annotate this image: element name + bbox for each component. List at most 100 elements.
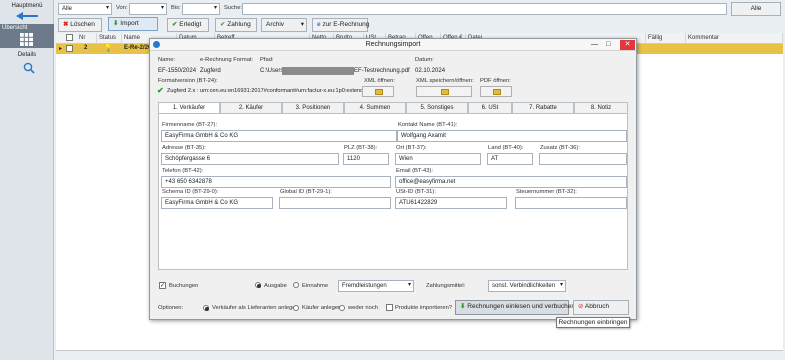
- status-filter-select[interactable]: Alle ▾: [58, 3, 112, 15]
- xml-save-button[interactable]: [416, 86, 472, 97]
- date-label: Datum:: [415, 57, 434, 63]
- archive-dropdown[interactable]: Archiv ▾: [261, 18, 307, 32]
- app-icon: [153, 41, 160, 48]
- opt-seller-radio[interactable]: [203, 305, 209, 311]
- opt-none-radio[interactable]: [339, 305, 345, 311]
- minimize-button[interactable]: —: [591, 40, 598, 50]
- dialog-title: Rechnungsimport: [365, 41, 421, 48]
- delete-label: Löschen: [70, 21, 95, 28]
- zip-label: PLZ (BT-38):: [344, 145, 378, 151]
- col-comment[interactable]: Kommentar: [686, 33, 783, 43]
- status-filter-value: Alle: [62, 6, 73, 12]
- global-id-label: Global ID (BT-29-1):: [280, 189, 332, 195]
- to-label: Bis:: [171, 5, 181, 11]
- phone-field[interactable]: +43 650 6342878: [161, 176, 391, 188]
- row-nr: 2: [84, 45, 88, 51]
- address-label: Adresse (BT-35):: [162, 145, 206, 151]
- e-invoice-label: zur E-Rechnung: [322, 21, 370, 28]
- import-button[interactable]: ⬇ Import: [108, 17, 158, 31]
- delete-button[interactable]: ✖ Löschen: [58, 18, 102, 32]
- chevron-down-icon: ▾: [105, 5, 109, 11]
- schema-field[interactable]: EasyFirma GmbH & Co KG: [161, 197, 273, 209]
- in-radio[interactable]: [293, 282, 299, 288]
- in-label: Einnahme: [302, 283, 329, 289]
- close-button[interactable]: ✕: [620, 40, 635, 50]
- bookings-checkbox[interactable]: ✓: [159, 282, 166, 289]
- chevron-down-icon: ▾: [559, 282, 563, 288]
- pdf-open-button[interactable]: [480, 86, 512, 97]
- country-field[interactable]: AT: [487, 153, 533, 165]
- name-label: Name:: [158, 57, 176, 63]
- import-label: Import: [120, 20, 139, 27]
- folder-icon: [493, 89, 501, 95]
- folder-icon: [441, 89, 449, 95]
- options-label: Optionen:: [158, 305, 184, 311]
- import-invoices-button[interactable]: ⬇ Rechnungen einlesen und verbuchen: [455, 300, 575, 315]
- city-field[interactable]: Wien: [395, 153, 481, 165]
- address-field[interactable]: Schöpfergasse 6: [161, 153, 339, 165]
- table-grid-icon: [20, 33, 33, 46]
- schema-label: Schema ID (BT-29-0):: [162, 189, 219, 195]
- search-input[interactable]: [242, 3, 727, 15]
- xml-save-label: XML speichern/öffnen:: [416, 78, 474, 84]
- phone-label: Telefon (BT-42):: [162, 168, 204, 174]
- payment-method-select[interactable]: sonst. Verbindlichkeiten ▾: [488, 280, 566, 292]
- sidebar-item-details[interactable]: Details: [0, 52, 54, 58]
- payment-button[interactable]: ✔ Zahlung: [215, 18, 257, 32]
- abort-button[interactable]: ⊘ Abbruch: [573, 300, 629, 315]
- path-label: Pfad:: [260, 57, 274, 63]
- download-arrow-icon: ⬇: [460, 303, 466, 310]
- format-label: e-Rechnung Format:: [200, 57, 254, 63]
- tax-number-label: Steuernummer (BT-32):: [516, 189, 577, 195]
- products-checkbox[interactable]: [386, 304, 393, 311]
- all-button[interactable]: Alle: [731, 2, 781, 16]
- extra-label: Zusatz (BT-36):: [540, 145, 580, 151]
- from-date-input[interactable]: ▾: [129, 3, 167, 15]
- select-all-checkbox[interactable]: [66, 34, 73, 41]
- date-value: 02.10.2024: [415, 68, 446, 74]
- chevron-down-icon: ▾: [160, 5, 164, 11]
- formatversion-value: Zugferd 2.x : urn:cen.eu:en16931:2017#co…: [167, 88, 370, 94]
- xml-open-button[interactable]: [362, 86, 394, 97]
- sidebar: Hauptmenü Übersicht Details: [0, 0, 54, 360]
- opt-buyer-radio[interactable]: [293, 305, 299, 311]
- e-invoice-icon: e: [317, 21, 321, 28]
- col-nr[interactable]: Nr: [77, 33, 97, 43]
- extra-field[interactable]: [539, 153, 627, 165]
- delete-x-icon: ✖: [63, 21, 69, 28]
- col-status[interactable]: Status: [97, 33, 122, 43]
- vat-id-field[interactable]: ATU61422829: [395, 197, 507, 209]
- main-menu-label: Hauptmenü: [11, 3, 43, 9]
- done-button[interactable]: ✔ Erledigt: [167, 18, 209, 32]
- invoice-import-dialog: Rechnungsimport — □ ✕ Name: EF-1550/2024…: [149, 38, 637, 320]
- e-invoice-button[interactable]: e zur E-Rechnung: [312, 18, 370, 32]
- company-field[interactable]: EasyFirma GmbH & Co KG: [161, 130, 397, 142]
- chevron-down-icon: ▾: [407, 282, 411, 288]
- products-label: Produkte importieren?: [395, 305, 453, 311]
- col-due[interactable]: Fällig: [646, 33, 686, 43]
- zip-field[interactable]: 1120: [343, 153, 389, 165]
- tax-number-field[interactable]: [515, 197, 627, 209]
- row-checkbox[interactable]: [66, 45, 73, 52]
- category-select[interactable]: Fremdleistungen ▾: [338, 280, 414, 292]
- format-value: Zugferd: [200, 68, 221, 74]
- magnifier-icon[interactable]: [23, 62, 35, 74]
- sidebar-item-overview[interactable]: Übersicht: [0, 24, 54, 48]
- formatversion-label: Formatversion (BT-24):: [158, 78, 218, 84]
- back-arrow-icon[interactable]: [14, 11, 40, 21]
- contact-field[interactable]: Wolfgang Axamit: [397, 130, 627, 142]
- opt-seller-label: Verkäufer als Lieferanten anlegen: [212, 305, 299, 311]
- maximize-button[interactable]: □: [606, 40, 610, 50]
- email-field[interactable]: office@easyfirma.net: [395, 176, 627, 188]
- email-label: Email (BT-43):: [396, 168, 434, 174]
- out-radio[interactable]: [255, 282, 261, 288]
- done-label: Erledigt: [179, 21, 202, 28]
- global-id-field[interactable]: [279, 197, 391, 209]
- payment-label: Zahlung: [227, 21, 251, 28]
- dialog-title-bar: Rechnungsimport — □ ✕: [150, 39, 636, 51]
- country-label: Land (BT-40):: [488, 145, 524, 151]
- overview-label: Übersicht: [2, 25, 28, 31]
- to-date-input[interactable]: ▾: [182, 3, 220, 15]
- checkmark-icon: ✔: [172, 21, 178, 28]
- payment-method-label: Zahlungsmittel:: [426, 283, 466, 289]
